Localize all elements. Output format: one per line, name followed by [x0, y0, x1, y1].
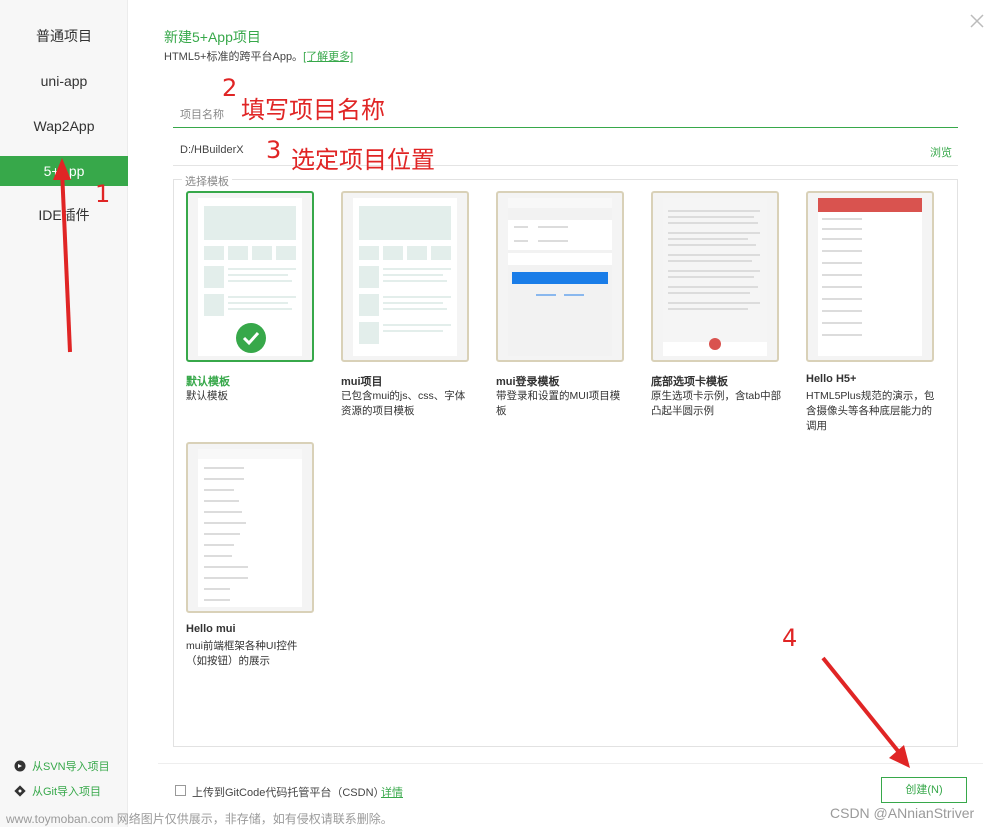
- template-card-default[interactable]: [186, 191, 314, 362]
- template-name: 默认模板: [186, 376, 230, 388]
- template-preview: [818, 198, 922, 356]
- selected-check-icon: [236, 323, 266, 353]
- template-desc: 默认模板: [186, 390, 228, 402]
- template-desc: 带登录和设置的MUI项目模板: [496, 390, 621, 417]
- template-name: mui项目: [341, 376, 383, 388]
- template-preview: [353, 198, 457, 356]
- template-preview: [198, 449, 302, 607]
- git-icon: [14, 785, 26, 797]
- template-name: 底部选项卡模板: [651, 376, 728, 388]
- import-svn-link[interactable]: 从SVN导入项目: [14, 758, 110, 774]
- template-card-hello-mui[interactable]: [186, 442, 314, 613]
- template-card-bottom-tab[interactable]: [651, 191, 779, 362]
- sidebar-item-uni-app[interactable]: uni-app: [0, 66, 128, 96]
- subtitle-text: HTML5+标准的跨平台App。: [164, 51, 304, 63]
- template-card-hello-h5[interactable]: [806, 191, 934, 362]
- template-legend: 选择模板: [182, 173, 232, 189]
- annotation-label-3: 选定项目位置: [291, 146, 435, 174]
- template-desc: HTML5Plus规范的演示，包含摄像头等各种底层能力的调用: [806, 390, 935, 432]
- template-name: mui登录模板: [496, 376, 560, 388]
- template-preview: [508, 198, 612, 356]
- template-desc: 已包含mui的js、css、字体资源的项目模板: [341, 390, 466, 417]
- template-name: Hello mui: [186, 623, 236, 635]
- create-button[interactable]: 创建(N): [881, 777, 967, 803]
- template-name: Hello H5+: [806, 373, 857, 385]
- sidebar-item-normal-project[interactable]: 普通项目: [0, 21, 128, 51]
- template-panel: 选择模板 默认模板 默认模板 mui项目 已包含mui的js、css、字体资源的…: [173, 173, 958, 747]
- annotation-number-2: 2: [222, 74, 238, 102]
- page-title: 新建5+App项目: [164, 29, 261, 45]
- learn-more-link[interactable]: [了解更多]: [303, 51, 353, 63]
- template-preview: [663, 198, 767, 356]
- template-card-mui-login[interactable]: [496, 191, 624, 362]
- project-location-input[interactable]: D:/HBuilderX: [180, 144, 244, 156]
- upload-label: 上传到GitCode代码托管平台（CSDN）: [192, 787, 385, 799]
- upload-detail-link[interactable]: 详情: [381, 784, 403, 800]
- footer-divider: [158, 763, 983, 764]
- svn-icon: [14, 760, 26, 772]
- watermark-right: CSDN @ANnianStriver: [830, 805, 975, 821]
- annotation-number-1: 1: [95, 180, 111, 208]
- import-git-label: 从Git导入项目: [32, 786, 102, 798]
- import-svn-label: 从SVN导入项目: [32, 761, 110, 773]
- sidebar-item-wap2app[interactable]: Wap2App: [0, 111, 128, 141]
- annotation-number-4: 4: [782, 624, 798, 652]
- project-name-input[interactable]: 项目名称: [180, 106, 224, 122]
- template-card-mui[interactable]: [341, 191, 469, 362]
- watermark-left: www.toymoban.com 网络图片仅供展示，非存储，如有侵权请联系删除。: [6, 812, 393, 826]
- annotation-label-2: 填写项目名称: [241, 96, 385, 124]
- template-desc: 原生选项卡示例，含tab中部凸起半圆示例: [651, 390, 782, 417]
- import-git-link[interactable]: 从Git导入项目: [14, 783, 101, 799]
- template-desc: mui前端框架各种UI控件（如按钮）的展示: [186, 640, 298, 667]
- page-subtitle: HTML5+标准的跨平台App。[了解更多]: [164, 48, 353, 64]
- annotation-number-3: 3: [266, 136, 282, 164]
- close-icon[interactable]: [968, 12, 986, 30]
- upload-checkbox[interactable]: [175, 785, 186, 796]
- browse-button[interactable]: 浏览: [930, 144, 952, 160]
- sidebar: 普通项目 uni-app Wap2App 5+App IDE插件 从SVN导入项…: [0, 0, 128, 827]
